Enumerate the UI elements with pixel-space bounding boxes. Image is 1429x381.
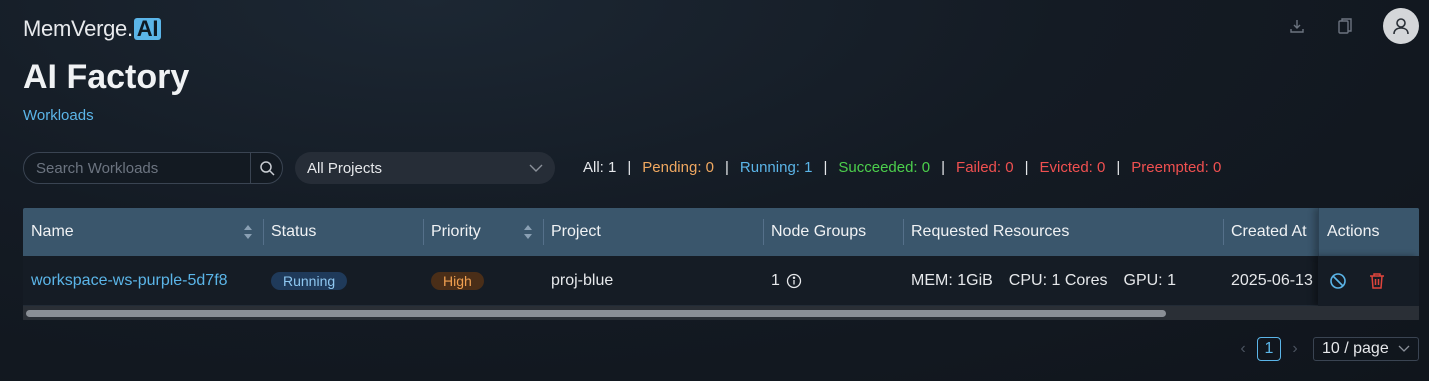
pagination: ‹ 1 › 10 / page bbox=[1233, 337, 1419, 361]
chevron-down-icon bbox=[1398, 345, 1410, 352]
copy-icon[interactable] bbox=[1335, 16, 1355, 36]
project-select-value: All Projects bbox=[307, 159, 383, 177]
table-header: Name Status Priority Project Node Groups… bbox=[23, 208, 1419, 256]
gpu-value: GPU: 1 bbox=[1123, 271, 1176, 289]
stop-icon[interactable] bbox=[1329, 272, 1347, 290]
count-all[interactable]: All: 1 bbox=[583, 159, 616, 176]
page-size-value: 10 / page bbox=[1322, 340, 1389, 357]
workload-name-link[interactable]: workspace-ws-purple-5d7f8 bbox=[23, 272, 263, 290]
column-header-node-groups: Node Groups bbox=[763, 208, 903, 256]
search-button[interactable] bbox=[250, 153, 282, 183]
scrollbar-thumb[interactable] bbox=[26, 310, 1166, 317]
brand-logo: MemVerge. AI bbox=[23, 16, 162, 42]
status-counts: All: 1 | Pending: 0 | Running: 1 | Succeede… bbox=[583, 159, 1222, 176]
project-select[interactable]: All Projects bbox=[295, 152, 555, 184]
column-header-priority[interactable]: Priority bbox=[423, 208, 543, 256]
node-groups-cell: 1 bbox=[763, 272, 903, 290]
page-size-select[interactable]: 10 / page bbox=[1313, 337, 1419, 361]
page-number[interactable]: 1 bbox=[1257, 337, 1281, 361]
search-icon bbox=[259, 161, 275, 176]
breadcrumb-workloads[interactable]: Workloads bbox=[23, 107, 94, 124]
count-failed[interactable]: Failed: 0 bbox=[956, 159, 1014, 176]
cpu-value: CPU: 1 Cores bbox=[1008, 271, 1108, 289]
info-icon[interactable] bbox=[786, 273, 802, 289]
actions-cell bbox=[1318, 256, 1419, 306]
requested-resources-cell: MEM: 1GiB CPU: 1 Cores GPU: 1 bbox=[903, 272, 1223, 290]
search-box bbox=[23, 152, 283, 184]
search-input[interactable] bbox=[24, 153, 250, 183]
user-avatar[interactable] bbox=[1383, 8, 1419, 44]
download-icon[interactable] bbox=[1287, 16, 1307, 36]
table-row[interactable]: workspace-ws-purple-5d7f8 Running High p… bbox=[23, 256, 1419, 306]
count-preempted[interactable]: Preempted: 0 bbox=[1131, 159, 1221, 176]
column-header-actions: Actions bbox=[1318, 208, 1419, 256]
mem-value: MEM: 1GiB bbox=[911, 271, 993, 289]
status-badge: Running bbox=[271, 271, 348, 290]
chevron-down-icon bbox=[529, 164, 543, 172]
prev-page-icon[interactable]: ‹ bbox=[1233, 340, 1253, 358]
count-succeeded[interactable]: Succeeded: 0 bbox=[838, 159, 930, 176]
delete-icon[interactable] bbox=[1369, 272, 1385, 290]
priority-badge: High bbox=[431, 271, 484, 290]
logo-text: MemVerge. bbox=[23, 16, 133, 41]
logo-badge: AI bbox=[133, 18, 162, 40]
page-title: AI Factory bbox=[23, 58, 190, 96]
next-page-icon[interactable]: › bbox=[1285, 340, 1305, 358]
column-header-requested-resources: Requested Resources bbox=[903, 208, 1223, 256]
count-pending[interactable]: Pending: 0 bbox=[642, 159, 714, 176]
project-cell: proj-blue bbox=[551, 271, 614, 289]
workloads-table: Name Status Priority Project Node Groups… bbox=[23, 208, 1419, 321]
column-header-status: Status bbox=[263, 208, 423, 256]
sort-icon[interactable] bbox=[523, 224, 533, 240]
user-icon bbox=[1393, 18, 1409, 35]
horizontal-scrollbar[interactable] bbox=[23, 306, 1419, 320]
column-header-project: Project bbox=[543, 208, 763, 256]
count-running[interactable]: Running: 1 bbox=[740, 159, 813, 176]
count-evicted[interactable]: Evicted: 0 bbox=[1039, 159, 1105, 176]
sort-icon[interactable] bbox=[243, 224, 253, 240]
column-header-name[interactable]: Name bbox=[23, 208, 263, 256]
top-toolbar bbox=[1287, 8, 1419, 44]
